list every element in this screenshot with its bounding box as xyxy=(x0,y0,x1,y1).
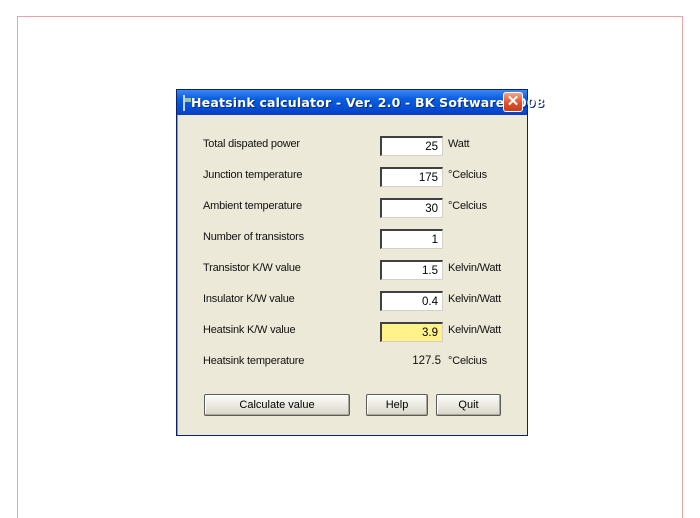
help-button[interactable]: Help xyxy=(366,394,428,416)
heatsink-kw-output[interactable]: 3.9 xyxy=(380,322,443,342)
transistor-count-input[interactable]: 1 xyxy=(380,229,443,249)
heatsink-temperature-value: 127.5 xyxy=(412,355,441,367)
ambient-temperature-unit: °Celcius xyxy=(448,200,487,212)
total-power-unit: Watt xyxy=(448,138,470,150)
quit-button[interactable]: Quit xyxy=(436,394,501,416)
close-button[interactable]: ✕ xyxy=(503,92,523,112)
title-bar[interactable]: Heatsink calculator - Ver. 2.0 - BK Soft… xyxy=(177,90,544,115)
heatsink-temperature-unit: °Celcius xyxy=(448,355,487,367)
row-junction-temperature: Junction temperature 175 °Celcius xyxy=(177,167,527,187)
transistor-kw-label: Transistor K/W value xyxy=(203,262,301,274)
transistor-kw-unit: Kelvin/Watt xyxy=(448,262,502,274)
window-title: Heatsink calculator - Ver. 2.0 - BK Soft… xyxy=(191,95,545,110)
insulator-kw-unit: Kelvin/Watt xyxy=(448,293,502,305)
app-icon xyxy=(183,94,191,111)
row-insulator-kw: Insulator K/W value 0.4 Kelvin/Watt xyxy=(177,291,527,311)
heatsink-calculator-window: Heatsink calculator - Ver. 2.0 - BK Soft… xyxy=(176,89,544,436)
row-heatsink-temperature: Heatsink temperature 127.5 °Celcius xyxy=(177,353,527,373)
heatsink-kw-unit: Kelvin/Watt xyxy=(448,324,502,336)
junction-temperature-input[interactable]: 175 xyxy=(380,167,443,187)
ambient-temperature-input[interactable]: 30 xyxy=(380,198,443,218)
row-heatsink-kw: Heatsink K/W value 3.9 Kelvin/Watt xyxy=(177,322,527,342)
ambient-temperature-label: Ambient temperature xyxy=(203,200,302,212)
total-power-input[interactable]: 25 xyxy=(380,136,443,156)
row-ambient-temperature: Ambient temperature 30 °Celcius xyxy=(177,198,527,218)
insulator-kw-input[interactable]: 0.4 xyxy=(380,291,443,311)
insulator-kw-label: Insulator K/W value xyxy=(203,293,295,305)
row-transistor-count: Number of transistors 1 xyxy=(177,229,527,249)
transistor-count-label: Number of transistors xyxy=(203,231,304,243)
transistor-kw-input[interactable]: 1.5 xyxy=(380,260,443,280)
junction-temperature-unit: °Celcius xyxy=(448,169,487,181)
total-power-label: Total dispated power xyxy=(203,138,300,150)
heatsink-kw-label: Heatsink K/W value xyxy=(203,324,296,336)
heatsink-temperature-label: Heatsink temperature xyxy=(203,355,305,367)
row-total-power: Total dispated power 25 Watt xyxy=(177,136,527,156)
row-transistor-kw: Transistor K/W value 1.5 Kelvin/Watt xyxy=(177,260,527,280)
calculate-value-button[interactable]: Calculate value xyxy=(204,394,350,416)
junction-temperature-label: Junction temperature xyxy=(203,169,303,181)
